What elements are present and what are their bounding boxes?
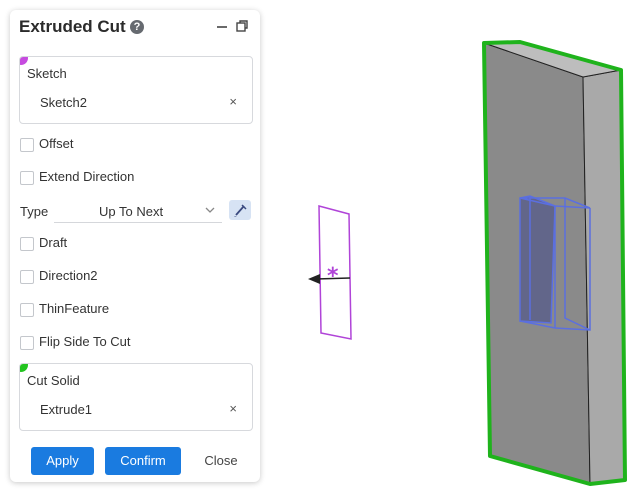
sketch-selection-box[interactable]: Sketch Sketch2 × [19,56,253,124]
cut-solid-marker-icon [20,364,28,372]
restore-window-icon[interactable] [235,19,249,33]
type-label: Type [20,204,49,219]
flip-side-checkbox[interactable] [20,336,34,350]
extend-direction-option[interactable]: Extend Direction [20,169,220,187]
extend-direction-label: Extend Direction [39,169,135,184]
confirm-button[interactable]: Confirm [105,447,181,475]
direction-arrow-icon[interactable]: * [308,264,351,289]
cut-solid-label: Cut Solid [27,373,80,388]
cut-solid-value: Extrude1 [40,402,93,417]
type-value: Up To Next [99,204,164,219]
draft-option[interactable]: Draft [20,235,220,253]
offset-label: Offset [39,136,74,151]
apply-button[interactable]: Apply [31,447,94,475]
draft-label: Draft [39,235,68,250]
cut-solid-selection-box[interactable]: Cut Solid Extrude1 × [19,363,253,431]
sketch-clear-icon[interactable]: × [229,94,237,109]
panel-title: Extruded Cut [19,17,126,36]
direction2-label: Direction2 [39,268,98,283]
close-button[interactable]: Close [196,447,246,475]
direction2-checkbox[interactable] [20,270,34,284]
draft-checkbox[interactable] [20,237,34,251]
thin-feature-label: ThinFeature [39,301,110,316]
offset-checkbox[interactable] [20,138,34,152]
offset-option[interactable]: Offset [20,136,220,154]
minimize-icon[interactable] [215,19,229,33]
sketch-label: Sketch [27,66,67,81]
flip-side-option[interactable]: Flip Side To Cut [20,334,220,352]
direction2-option[interactable]: Direction2 [20,268,220,286]
thin-feature-option[interactable]: ThinFeature [20,301,220,319]
svg-text:*: * [327,264,339,289]
cut-solid-clear-icon[interactable]: × [229,401,237,416]
extruded-cut-panel: Extruded Cut ? Sketch Sketch2 × Offset E… [10,10,260,482]
type-select[interactable]: Up To Next [54,200,222,223]
pick-pen-icon [234,204,247,217]
sketch-value: Sketch2 [40,95,87,110]
sketch-marker-icon [20,57,28,65]
extend-direction-checkbox[interactable] [20,171,34,185]
pick-reference-button[interactable] [229,200,251,220]
thin-feature-checkbox[interactable] [20,303,34,317]
chevron-down-icon [205,207,215,213]
3d-viewport[interactable]: * Extruded Cut ? Sketch Sketch2 × Offset… [0,0,636,492]
help-icon[interactable]: ? [130,20,144,34]
flip-side-label: Flip Side To Cut [39,334,131,349]
